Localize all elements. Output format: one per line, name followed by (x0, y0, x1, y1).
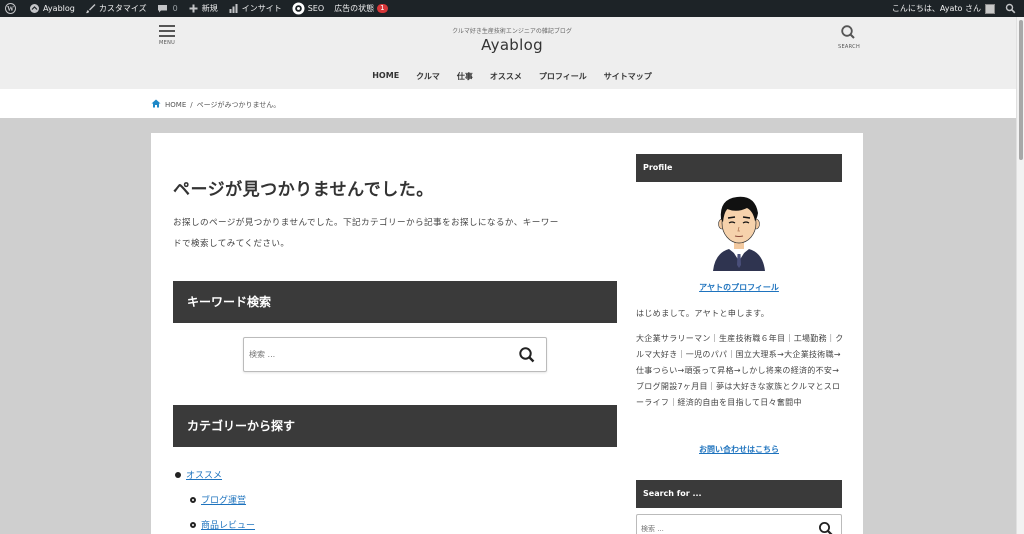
scrollbar-thumb[interactable] (1019, 20, 1023, 160)
search-icon (840, 25, 856, 44)
admin-my-account[interactable]: こんにちは、Ayato さん (887, 0, 1000, 17)
page-title: ページが見つかりませんでした。 (173, 180, 434, 200)
admin-site-name-label: Ayablog (43, 4, 75, 13)
nav-item-work[interactable]: 仕事 (457, 71, 473, 82)
wordpress-icon: W (5, 3, 16, 14)
seo-gear-icon (292, 2, 305, 15)
breadcrumb-current: ページがみつかりません。 (196, 100, 281, 109)
list-item: 商品レビュー (175, 512, 255, 534)
ad-status-badge: 1 (377, 4, 388, 13)
admin-new[interactable]: 新規 (183, 0, 223, 17)
admin-comments[interactable]: 0 (152, 0, 183, 17)
search-icon (1005, 3, 1016, 14)
search-widget-heading: Search for ... (636, 480, 842, 508)
intro-line-2: ドで検索してみてください。 (173, 239, 290, 249)
nav-item-home[interactable]: HOME (372, 71, 399, 82)
list-item: ブログ運営 (175, 487, 255, 512)
nav-item-car[interactable]: クルマ (416, 71, 440, 82)
nav-item-recommend[interactable]: オススメ (490, 71, 522, 82)
sidebar-search-form (636, 514, 842, 534)
breadcrumb: HOME / ページがみつかりません。 (0, 89, 1024, 118)
admin-ad-status[interactable]: 広告の状態 1 (329, 0, 392, 17)
profile-greeting: はじめまして。アヤトと申します。 (636, 309, 770, 318)
bullet-icon (190, 496, 196, 503)
admin-insight[interactable]: インサイト (223, 0, 287, 17)
category-link[interactable]: 商品レビュー (201, 518, 255, 531)
site-tagline: クルマ好き生産技術エンジニアの雑記ブログ (452, 28, 572, 35)
site-title[interactable]: Ayablog (0, 36, 1024, 54)
search-submit-icon[interactable] (518, 346, 536, 368)
admin-greeting: こんにちは、Ayato さん (891, 4, 981, 13)
admin-new-label: 新規 (201, 4, 218, 13)
wp-logo-menu[interactable]: W (0, 0, 24, 17)
profile-avatar (707, 191, 771, 271)
nav-item-sitemap[interactable]: サイトマップ (604, 71, 652, 82)
bullet-icon (190, 521, 196, 528)
brush-icon (85, 3, 96, 14)
category-link[interactable]: オススメ (186, 468, 222, 481)
global-nav: HOME クルマ 仕事 オススメ プロフィール サイトマップ (0, 71, 1024, 82)
profile-link[interactable]: アヤトのプロフィール (636, 282, 842, 293)
admin-avatar (985, 3, 995, 14)
keyword-search-form (243, 337, 547, 372)
admin-search[interactable] (1000, 0, 1024, 17)
keyword-search-heading: キーワード検索 (173, 281, 617, 323)
category-heading: カテゴリーから探す (173, 405, 617, 447)
site-header: MENU クルマ好き生産技術エンジニアの雑記ブログ Ayablog SEARCH… (0, 17, 1024, 89)
intro-text: お探しのページが見つかりませんでした。下記カテゴリーから記事をお探しになるか、キ… (173, 213, 603, 255)
bar-chart-icon (228, 3, 239, 14)
contact-link[interactable]: お問い合わせはこちら (636, 444, 842, 455)
admin-seo[interactable]: SEO (287, 0, 329, 17)
plus-icon (188, 3, 199, 14)
header-search-button[interactable]: SEARCH (838, 24, 861, 50)
admin-ad-status-label: 広告の状態 (334, 4, 375, 13)
comments-count: 0 (172, 4, 178, 13)
intro-line-1: お探しのページが見つかりませんでした。下記カテゴリーから記事をお探しになるか、キ… (173, 218, 559, 228)
category-list: オススメ ブログ運営 商品レビュー (175, 462, 255, 534)
profile-widget-heading: Profile (636, 154, 842, 182)
content-card: ページが見つかりませんでした。 お探しのページが見つかりませんでした。下記カテゴ… (151, 133, 863, 534)
admin-customize-label: カスタマイズ (98, 4, 147, 13)
admin-insight-label: インサイト (241, 4, 282, 13)
profile-bio: 大企業サラリーマン｜生産技術職６年目｜工場勤務｜クルマ大好き｜一児のパパ｜国立大… (636, 334, 844, 407)
search-submit-icon[interactable] (818, 521, 834, 534)
home-icon (151, 99, 161, 110)
search-label: SEARCH (838, 44, 861, 50)
page-scrollbar[interactable] (1016, 17, 1024, 534)
admin-site-name[interactable]: Ayablog (24, 0, 80, 17)
nav-item-profile[interactable]: プロフィール (539, 71, 587, 82)
admin-seo-label: SEO (307, 4, 325, 13)
svg-text:W: W (7, 5, 14, 13)
admin-bar: W Ayablog カスタマイズ 0 新規 インサイト SEO 広告の状態 1 … (0, 0, 1024, 17)
comment-icon (157, 3, 168, 14)
list-item: オススメ (175, 462, 255, 487)
breadcrumb-separator: / (190, 100, 193, 109)
keyword-search-input[interactable] (244, 338, 494, 371)
home-dashboard-icon (29, 3, 40, 14)
breadcrumb-home[interactable]: HOME (165, 101, 186, 109)
admin-customize[interactable]: カスタマイズ (80, 0, 152, 17)
sidebar-search-input[interactable] (637, 515, 807, 534)
category-link[interactable]: ブログ運営 (201, 493, 246, 506)
bullet-icon (175, 471, 181, 478)
